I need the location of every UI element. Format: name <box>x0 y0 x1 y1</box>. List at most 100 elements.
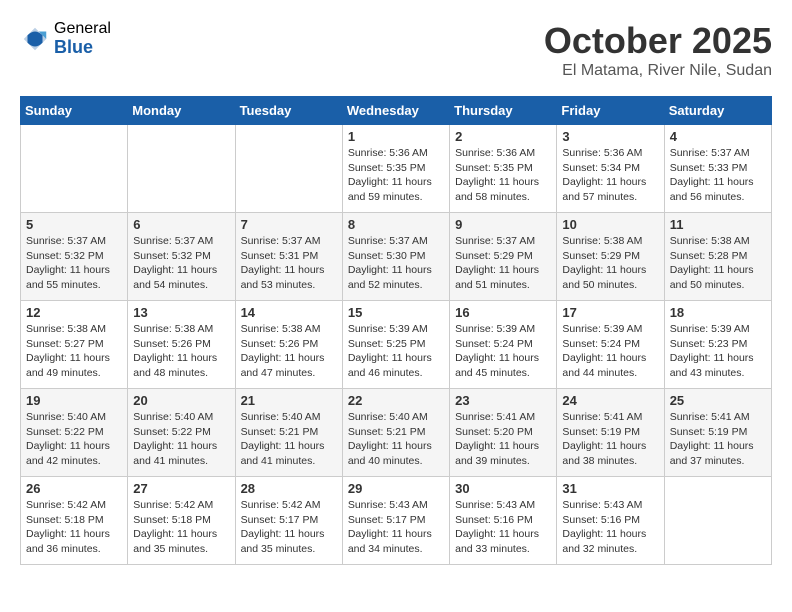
day-number: 31 <box>562 481 658 496</box>
day-number: 25 <box>670 393 766 408</box>
day-info: Sunrise: 5:38 AMSunset: 5:29 PMDaylight:… <box>562 234 658 293</box>
calendar-cell: 1Sunrise: 5:36 AMSunset: 5:35 PMDaylight… <box>342 125 449 213</box>
day-info: Sunrise: 5:36 AMSunset: 5:34 PMDaylight:… <box>562 146 658 205</box>
logo-general: General <box>54 20 111 38</box>
day-number: 7 <box>241 217 337 232</box>
calendar-cell: 22 Sunrise: 5:40 AMSunset: 5:21 PMDayligh… <box>342 389 449 477</box>
calendar-week-row: 5Sunrise: 5:37 AMSunset: 5:32 PMDaylight… <box>21 213 772 301</box>
day-number: 8 <box>348 217 444 232</box>
calendar-cell: 18 Sunrise: 5:39 AMSunset: 5:23 PMDayligh… <box>664 301 771 389</box>
weekday-header-friday: Friday <box>557 97 664 125</box>
calendar-week-row: 1Sunrise: 5:36 AMSunset: 5:35 PMDaylight… <box>21 125 772 213</box>
calendar-cell: 24 Sunrise: 5:41 AMSunset: 5:19 PMDayligh… <box>557 389 664 477</box>
logo-text: General Blue <box>54 20 111 57</box>
calendar-cell: 25 Sunrise: 5:41 AMSunset: 5:19 PMDayligh… <box>664 389 771 477</box>
day-info: Sunrise: 5:36 AMSunset: 5:35 PMDaylight:… <box>455 146 551 205</box>
weekday-header-monday: Monday <box>128 97 235 125</box>
day-number: 26 <box>26 481 122 496</box>
day-info: Sunrise: 5:37 AMSunset: 5:33 PMDaylight:… <box>670 146 766 205</box>
day-info: Sunrise: 5:41 AMSunset: 5:19 PMDaylight:… <box>670 410 766 469</box>
day-info: Sunrise: 5:38 AMSunset: 5:26 PMDaylight:… <box>241 322 337 381</box>
calendar-cell: 9Sunrise: 5:37 AMSunset: 5:29 PMDaylight… <box>450 213 557 301</box>
logo-icon <box>20 24 50 54</box>
calendar-cell <box>235 125 342 213</box>
day-info: Sunrise: 5:41 AMSunset: 5:19 PMDaylight:… <box>562 410 658 469</box>
day-info: Sunrise: 5:40 AMSunset: 5:21 PMDaylight:… <box>241 410 337 469</box>
calendar-week-row: 12 Sunrise: 5:38 AMSunset: 5:27 PMDayligh… <box>21 301 772 389</box>
calendar-cell: 11 Sunrise: 5:38 AMSunset: 5:28 PMDayligh… <box>664 213 771 301</box>
day-number: 18 <box>670 305 766 320</box>
day-number: 12 <box>26 305 122 320</box>
day-info: Sunrise: 5:38 AMSunset: 5:27 PMDaylight:… <box>26 322 122 381</box>
day-number: 15 <box>348 305 444 320</box>
calendar-cell: 16 Sunrise: 5:39 AMSunset: 5:24 PMDayligh… <box>450 301 557 389</box>
calendar-cell: 28Sunrise: 5:42 AMSunset: 5:17 PMDayligh… <box>235 477 342 565</box>
calendar-cell: 19 Sunrise: 5:40 AMSunset: 5:22 PMDayligh… <box>21 389 128 477</box>
day-number: 16 <box>455 305 551 320</box>
day-number: 29 <box>348 481 444 496</box>
calendar-cell: 21 Sunrise: 5:40 AMSunset: 5:21 PMDayligh… <box>235 389 342 477</box>
weekday-header-thursday: Thursday <box>450 97 557 125</box>
day-number: 3 <box>562 129 658 144</box>
day-number: 10 <box>562 217 658 232</box>
calendar-cell: 26 Sunrise: 5:42 AMSunset: 5:18 PMDayligh… <box>21 477 128 565</box>
day-number: 20 <box>133 393 229 408</box>
calendar-cell: 4 Sunrise: 5:37 AMSunset: 5:33 PMDaylight… <box>664 125 771 213</box>
day-info: Sunrise: 5:38 AMSunset: 5:28 PMDaylight:… <box>670 234 766 293</box>
weekday-header-sunday: Sunday <box>21 97 128 125</box>
day-info: Sunrise: 5:37 AMSunset: 5:32 PMDaylight:… <box>133 234 229 293</box>
location-title: El Matama, River Nile, Sudan <box>544 62 772 80</box>
weekday-header-wednesday: Wednesday <box>342 97 449 125</box>
calendar-cell: 12 Sunrise: 5:38 AMSunset: 5:27 PMDayligh… <box>21 301 128 389</box>
day-info: Sunrise: 5:41 AMSunset: 5:20 PMDaylight:… <box>455 410 551 469</box>
day-info: Sunrise: 5:40 AMSunset: 5:22 PMDaylight:… <box>133 410 229 469</box>
calendar-cell: 8 Sunrise: 5:37 AMSunset: 5:30 PMDaylight… <box>342 213 449 301</box>
calendar-cell: 10 Sunrise: 5:38 AMSunset: 5:29 PMDayligh… <box>557 213 664 301</box>
day-info: Sunrise: 5:37 AMSunset: 5:31 PMDaylight:… <box>241 234 337 293</box>
day-number: 14 <box>241 305 337 320</box>
calendar-cell: 20 Sunrise: 5:40 AMSunset: 5:22 PMDayligh… <box>128 389 235 477</box>
calendar-cell: 31Sunrise: 5:43 AMSunset: 5:16 PMDayligh… <box>557 477 664 565</box>
calendar-cell <box>128 125 235 213</box>
day-number: 19 <box>26 393 122 408</box>
calendar-cell: 30Sunrise: 5:43 AMSunset: 5:16 PMDayligh… <box>450 477 557 565</box>
calendar-cell: 23 Sunrise: 5:41 AMSunset: 5:20 PMDayligh… <box>450 389 557 477</box>
day-number: 24 <box>562 393 658 408</box>
day-number: 13 <box>133 305 229 320</box>
month-title: October 2025 <box>544 20 772 62</box>
title-section: October 2025 El Matama, River Nile, Suda… <box>544 20 772 80</box>
day-info: Sunrise: 5:36 AMSunset: 5:35 PMDaylight:… <box>348 146 444 205</box>
day-info: Sunrise: 5:42 AMSunset: 5:18 PMDaylight:… <box>26 498 122 557</box>
day-number: 21 <box>241 393 337 408</box>
day-number: 11 <box>670 217 766 232</box>
logo: General Blue <box>20 20 111 57</box>
day-info: Sunrise: 5:39 AMSunset: 5:23 PMDaylight:… <box>670 322 766 381</box>
page-header: General Blue October 2025 El Matama, Riv… <box>20 20 772 80</box>
calendar-header-row: SundayMondayTuesdayWednesdayThursdayFrid… <box>21 97 772 125</box>
day-number: 23 <box>455 393 551 408</box>
calendar-table: SundayMondayTuesdayWednesdayThursdayFrid… <box>20 96 772 565</box>
day-number: 17 <box>562 305 658 320</box>
day-info: Sunrise: 5:40 AMSunset: 5:21 PMDaylight:… <box>348 410 444 469</box>
day-info: Sunrise: 5:43 AMSunset: 5:16 PMDaylight:… <box>455 498 551 557</box>
day-number: 4 <box>670 129 766 144</box>
day-info: Sunrise: 5:37 AMSunset: 5:32 PMDaylight:… <box>26 234 122 293</box>
calendar-week-row: 19 Sunrise: 5:40 AMSunset: 5:22 PMDayligh… <box>21 389 772 477</box>
calendar-week-row: 26 Sunrise: 5:42 AMSunset: 5:18 PMDayligh… <box>21 477 772 565</box>
day-number: 22 <box>348 393 444 408</box>
calendar-cell: 29 Sunrise: 5:43 AMSunset: 5:17 PMDayligh… <box>342 477 449 565</box>
calendar-cell: 2Sunrise: 5:36 AMSunset: 5:35 PMDaylight… <box>450 125 557 213</box>
day-info: Sunrise: 5:39 AMSunset: 5:24 PMDaylight:… <box>455 322 551 381</box>
weekday-header-saturday: Saturday <box>664 97 771 125</box>
calendar-cell: 5Sunrise: 5:37 AMSunset: 5:32 PMDaylight… <box>21 213 128 301</box>
calendar-cell: 6 Sunrise: 5:37 AMSunset: 5:32 PMDaylight… <box>128 213 235 301</box>
calendar-cell: 27Sunrise: 5:42 AMSunset: 5:18 PMDayligh… <box>128 477 235 565</box>
day-info: Sunrise: 5:38 AMSunset: 5:26 PMDaylight:… <box>133 322 229 381</box>
day-info: Sunrise: 5:42 AMSunset: 5:18 PMDaylight:… <box>133 498 229 557</box>
day-info: Sunrise: 5:37 AMSunset: 5:30 PMDaylight:… <box>348 234 444 293</box>
calendar-cell: 14 Sunrise: 5:38 AMSunset: 5:26 PMDayligh… <box>235 301 342 389</box>
day-number: 6 <box>133 217 229 232</box>
calendar-cell: 17Sunrise: 5:39 AMSunset: 5:24 PMDayligh… <box>557 301 664 389</box>
day-info: Sunrise: 5:40 AMSunset: 5:22 PMDaylight:… <box>26 410 122 469</box>
day-info: Sunrise: 5:43 AMSunset: 5:17 PMDaylight:… <box>348 498 444 557</box>
